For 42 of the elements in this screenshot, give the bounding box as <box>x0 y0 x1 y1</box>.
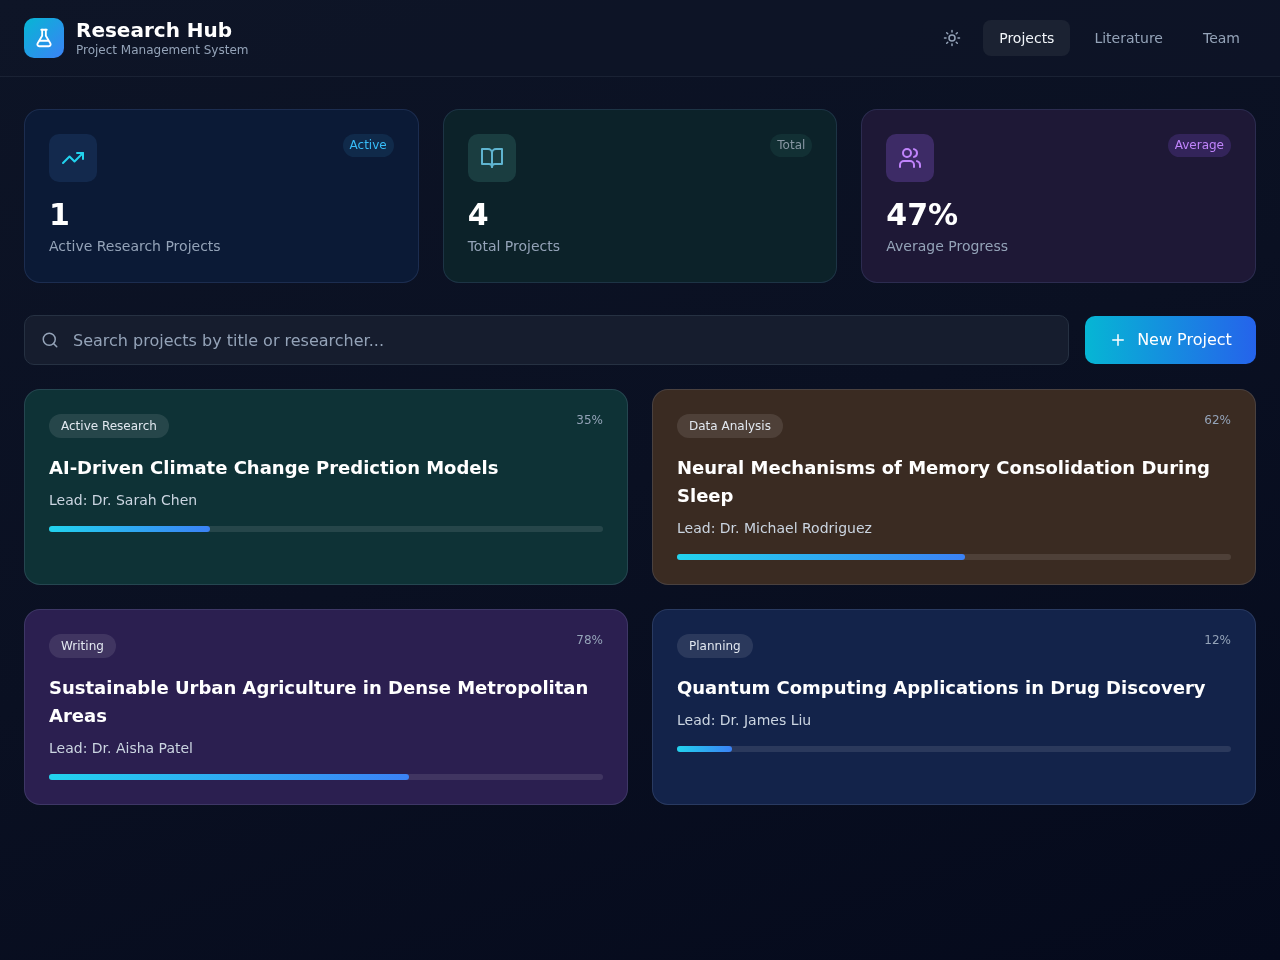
project-lead: Lead: Dr. Michael Rodriguez <box>677 519 873 538</box>
status-tag: Planning <box>677 634 753 658</box>
nav-tab[interactable]: Team <box>1187 20 1256 56</box>
stat-value: 47% <box>886 198 960 232</box>
stat-value: 1 <box>49 198 71 232</box>
open-book-icon <box>467 134 516 182</box>
progress-percent: 12% <box>1204 632 1231 648</box>
progress-percent: 62% <box>1204 412 1231 428</box>
stat-value: 4 <box>467 198 490 232</box>
app-title: Research Hub <box>76 18 234 42</box>
stat-label: Average Progress <box>886 237 1009 256</box>
stat-tag: Average <box>1167 134 1231 157</box>
status-tag: Data Analysis <box>677 414 783 438</box>
theme-toggle-sun-icon[interactable] <box>943 29 962 47</box>
users-icon <box>886 134 935 182</box>
nav-tab[interactable]: Projects <box>983 20 1071 56</box>
project-card[interactable]: Active Research 35% AI-Driven Climate Change Prediction Models Lead: Dr. Sarah Chen <box>24 389 628 585</box>
stat-label: Total Projects <box>467 237 561 256</box>
status-tag: Writing <box>49 634 116 658</box>
project-lead: Lead: Dr. James Liu <box>677 711 813 730</box>
stat-label: Active Research Projects <box>49 237 222 256</box>
project-title: Quantum Computing Applications in Drug Discovery <box>677 676 1207 700</box>
project-title: Sustainable Urban Agriculture in Dense Metropolitan Areas <box>49 676 590 728</box>
progress-percent: 35% <box>576 412 603 428</box>
progress-percent: 78% <box>576 632 603 648</box>
project-lead: Lead: Dr. Sarah Chen <box>49 491 199 510</box>
project-title: AI-Driven Climate Change Prediction Models <box>49 456 500 480</box>
project-card[interactable]: Data Analysis 62% Neural Mechanisms of Memory Consolidation During Sleep Lead: Dr. Michael Rodriguez <box>652 389 1256 585</box>
search-icon <box>41 331 59 349</box>
status-tag: Active Research <box>49 414 169 438</box>
project-card[interactable]: Planning 12% Quantum Computing Applications in Drug Discovery Lead: Dr. James Liu <box>652 609 1256 805</box>
trend-up-icon <box>49 134 97 182</box>
nav-tab[interactable]: Literature <box>1078 20 1179 56</box>
app-subtitle: Project Management System <box>76 42 249 58</box>
project-title: Neural Mechanisms of Memory Consolidation During Sleep <box>677 456 1211 508</box>
stat-tag: Active <box>342 134 394 157</box>
project-card[interactable]: Writing 78% Sustainable Urban Agriculture in Dense Metropolitan Areas Lead: Dr. Aisha Patel <box>24 609 628 805</box>
new-project-button[interactable]: New Project <box>1085 316 1256 364</box>
project-lead: Lead: Dr. Aisha Patel <box>49 739 194 758</box>
stat-tag: Total <box>770 134 813 157</box>
flask-icon <box>24 18 64 58</box>
search-field[interactable]: Search projects by title or researcher... <box>24 315 1069 365</box>
